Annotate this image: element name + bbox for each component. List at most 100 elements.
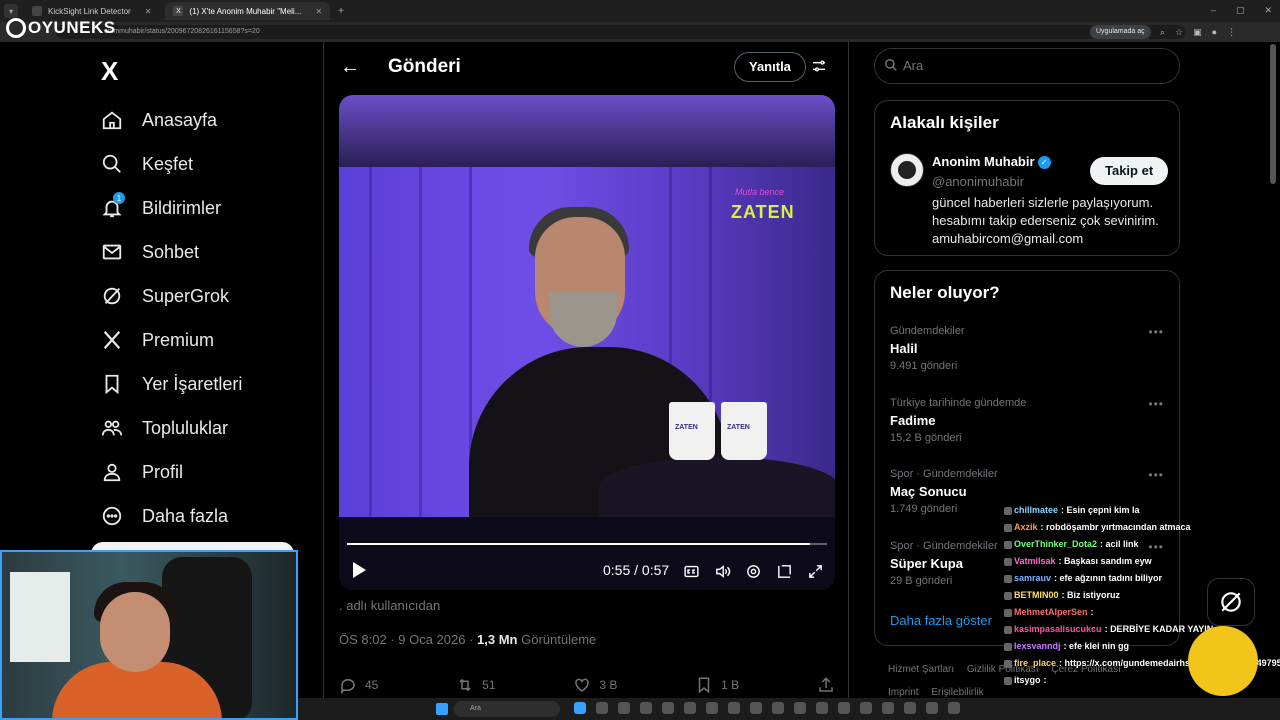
reply-button[interactable]: Yanıtla — [734, 52, 806, 82]
x-logo[interactable]: X — [101, 56, 118, 87]
open-in-app-button[interactable]: Uygulamada aç — [1090, 25, 1151, 39]
volume-icon[interactable] — [714, 563, 731, 585]
tab-title: KickSight Link Detector — [48, 6, 131, 16]
close-window-icon[interactable]: ✕ — [1264, 5, 1272, 16]
close-tab-icon[interactable]: ✕ — [315, 7, 322, 16]
search-input[interactable]: Ara — [874, 48, 1180, 84]
post-actions: 45 51 3 B 1 B — [339, 676, 835, 694]
tab-menu-icon[interactable]: ▾ — [4, 4, 18, 18]
video-progress-bar[interactable] — [347, 543, 827, 545]
play-icon[interactable] — [351, 561, 367, 584]
chat-badge-icon — [1004, 557, 1012, 566]
trend-name: Fadime — [890, 413, 936, 428]
avatar[interactable] — [890, 153, 924, 187]
close-tab-icon[interactable]: ✕ — [145, 7, 152, 16]
taskbar-app-icon[interactable] — [640, 702, 652, 714]
page-scrollbar[interactable] — [1270, 44, 1276, 184]
chat-badge-icon — [1004, 625, 1012, 634]
mug: ZATEN — [721, 402, 767, 460]
minimize-icon[interactable]: – — [1211, 5, 1216, 16]
taskbar-app-icon[interactable] — [772, 702, 784, 714]
show-more-link[interactable]: Daha fazla göster — [890, 613, 992, 628]
sidebar-item-label: Keşfet — [142, 153, 194, 174]
chat-message: Vatmilsak: Başkası sandım eyw — [1004, 553, 1280, 570]
address-bar-row: onimmuhabir/status/2009672082616115658?s… — [0, 22, 1280, 42]
taskbar-app-icon[interactable] — [750, 702, 762, 714]
extensions-icon[interactable]: ▣ — [1193, 27, 1202, 38]
more-options-icon[interactable]: ••• — [1148, 397, 1164, 411]
neon-sign-text: ZATEN — [731, 202, 795, 222]
maximize-icon[interactable]: ▢ — [1236, 5, 1245, 16]
url-field[interactable]: onimmuhabir/status/2009672082616115658?s… — [56, 25, 1186, 39]
sidebar-item-chat[interactable]: Sohbet — [100, 230, 242, 274]
taskbar-app-icon[interactable] — [882, 702, 894, 714]
video-player[interactable]: Mutla bence ZATEN ZATEN ZATEN 0:55 / 0:5… — [339, 95, 835, 590]
taskbar-app-icon[interactable] — [706, 702, 718, 714]
webcam-person-head — [100, 592, 170, 672]
account-name[interactable]: Anonim Muhabir ✓ — [932, 154, 1051, 170]
trend-count: 9.491 gönderi — [890, 360, 958, 372]
taskbar-app-icon[interactable] — [816, 702, 828, 714]
sidebar-item-communities[interactable]: Topluluklar — [100, 406, 242, 450]
sidebar-item-premium[interactable]: Premium — [100, 318, 242, 362]
more-circle-icon — [100, 504, 124, 528]
fullscreen-icon[interactable] — [807, 563, 824, 585]
taskbar-app-icon[interactable] — [618, 702, 630, 714]
pip-icon[interactable] — [776, 563, 793, 585]
sidebar-item-explore[interactable]: Keşfet — [100, 142, 242, 186]
trend-item[interactable]: Türkiye tarihinde gündemde Fadime 15,2 B… — [890, 397, 1170, 444]
chat-badge-icon — [1004, 591, 1012, 600]
taskbar-app-icon[interactable] — [926, 702, 938, 714]
taskbar-app-icon[interactable] — [860, 702, 872, 714]
sidebar-item-more[interactable]: Daha fazla — [100, 494, 242, 538]
footer-link[interactable]: Hizmet Şartları — [888, 664, 954, 675]
taskbar-app-icon[interactable] — [574, 702, 586, 714]
share-action[interactable] — [817, 676, 835, 694]
browser-tab-2[interactable]: X (1) X'te Anonim Muhabir "Meli... ✕ — [165, 2, 331, 20]
sidebar-item-label: Profil — [142, 461, 184, 482]
new-tab-icon[interactable]: + — [338, 6, 344, 17]
taskbar-app-icon[interactable] — [596, 702, 608, 714]
start-icon[interactable] — [436, 703, 448, 715]
taskbar-app-icon[interactable] — [948, 702, 960, 714]
post-timestamp[interactable]: ÖS 8:02 · 9 Oca 2026 · — [339, 632, 477, 647]
post-caption: . adlı kullanıcıdan — [339, 598, 441, 613]
reply-action[interactable]: 45 — [339, 676, 378, 694]
follow-button[interactable]: Takip et — [1090, 157, 1169, 185]
more-options-icon[interactable]: ••• — [1148, 468, 1164, 482]
sidebar-item-profile[interactable]: Profil — [100, 450, 242, 494]
taskbar-app-icon[interactable] — [904, 702, 916, 714]
like-action[interactable]: 3 B — [573, 676, 617, 694]
account-handle[interactable]: @anonimuhabir — [932, 174, 1024, 189]
menu-icon[interactable]: ⋮ — [1227, 27, 1236, 38]
sidebar-item-notifications[interactable]: 1 Bildirimler — [100, 186, 242, 230]
taskbar-app-icon[interactable] — [662, 702, 674, 714]
captions-icon[interactable] — [683, 563, 700, 585]
more-options-icon[interactable]: ••• — [1148, 325, 1164, 339]
sidebar-item-home[interactable]: Anasayfa — [100, 98, 242, 142]
chat-text: Esin çepni kim la — [1066, 505, 1140, 515]
footer-link[interactable]: Imprint — [888, 687, 919, 698]
taskbar-app-icon[interactable] — [684, 702, 696, 714]
sidebar-item-supergrok[interactable]: SuperGrok — [100, 274, 242, 318]
trend-category: Türkiye tarihinde gündemde — [890, 397, 1027, 409]
footer-link[interactable]: Erişilebilirlik — [931, 687, 983, 698]
taskbar-app-icon[interactable] — [728, 702, 740, 714]
taskbar-app-icon[interactable] — [838, 702, 850, 714]
back-arrow-icon[interactable]: ← — [340, 56, 360, 79]
trend-item[interactable]: Gündemdekiler Halil 9.491 gönderi ••• — [890, 325, 1170, 372]
repost-action[interactable]: 51 — [456, 676, 496, 694]
gear-icon[interactable] — [745, 563, 762, 585]
taskbar-search[interactable]: Ara — [454, 701, 560, 717]
zoom-icon[interactable]: ⌕ — [1160, 27, 1165, 38]
profile-icon[interactable]: ● — [1212, 27, 1217, 38]
bookmark-action[interactable]: 1 B — [695, 676, 739, 694]
related-people-title: Alakalı kişiler — [890, 113, 999, 132]
star-icon[interactable]: ☆ — [1175, 27, 1183, 38]
chat-username: fire_place — [1014, 658, 1057, 668]
settings-sliders-icon[interactable] — [811, 58, 827, 79]
trend-category: Spor · Gündemdekiler — [890, 468, 998, 480]
sidebar-item-bookmarks[interactable]: Yer İşaretleri — [100, 362, 242, 406]
chat-username: itsygo — [1014, 675, 1041, 685]
taskbar-app-icon[interactable] — [794, 702, 806, 714]
